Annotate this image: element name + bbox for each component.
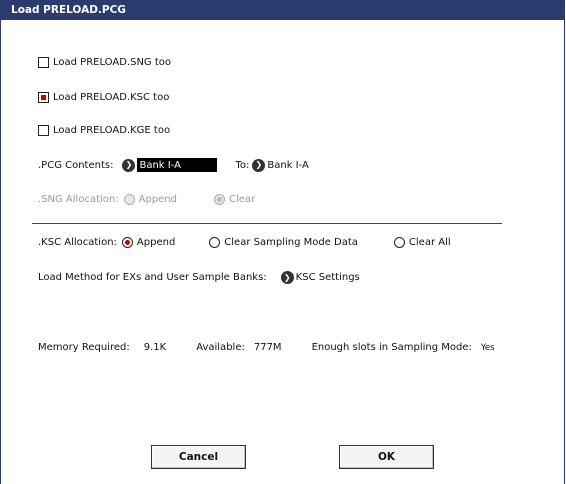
memory-required-value: 9.1K [143, 342, 167, 353]
sng-clear-radio[interactable] [213, 194, 225, 205]
load-pcg-dialog: Load PRELOAD.PCG Load PRELOAD.SNG too Lo… [0, 0, 565, 484]
ksc-append-radio[interactable] [121, 237, 133, 248]
load-ksc-option[interactable]: Load PRELOAD.KSC too [38, 92, 169, 103]
sng-append-radio[interactable] [123, 194, 135, 205]
load-ksc-label: Load PRELOAD.KSC too [53, 92, 170, 103]
cancel-button[interactable]: Cancel [151, 445, 246, 469]
sng-allocation-row: .SNG Allocation: Append Clear [38, 194, 255, 205]
chevron-right-icon[interactable]: ❯ [252, 158, 266, 172]
ksc-settings-button[interactable]: KSC Settings [296, 272, 360, 283]
ok-button[interactable]: OK [339, 445, 434, 469]
memory-row: Memory Required: 9.1K Available: 777M En… [38, 342, 495, 353]
available-label: Available: [196, 342, 245, 353]
ksc-clear-all-label: Clear All [408, 237, 451, 248]
sng-append-label: Append [138, 194, 177, 205]
ksc-append-label: Append [136, 237, 176, 248]
load-kge-checkbox[interactable] [38, 125, 49, 136]
ksc-clear-sampling-label: Clear Sampling Mode Data [224, 237, 358, 248]
available-value: 777M [253, 342, 282, 353]
ksc-allocation-row: .KSC Allocation: Append Clear Sampling M… [38, 237, 451, 248]
dialog-title: Load PRELOAD.PCG [1, 0, 564, 20]
chevron-right-icon[interactable]: ❯ [122, 158, 136, 172]
ksc-clear-all-radio[interactable] [393, 237, 405, 248]
load-sng-label: Load PRELOAD.SNG too [53, 57, 172, 68]
load-kge-label: Load PRELOAD.KGE too [53, 125, 171, 136]
sampling-slots-label: Enough slots in Sampling Mode: [311, 342, 472, 353]
pcg-contents-label: .PCG Contents: [38, 159, 114, 171]
load-sng-checkbox[interactable] [38, 57, 49, 68]
load-kge-option[interactable]: Load PRELOAD.KGE too [38, 125, 170, 136]
pcg-contents-value[interactable]: Bank I-A [137, 158, 218, 172]
to-label: To: [235, 159, 250, 171]
load-method-label: Load Method for EXs and User Sample Bank… [38, 272, 267, 283]
memory-required-label: Memory Required: [38, 342, 130, 353]
load-ksc-checkbox[interactable] [38, 92, 49, 103]
load-method-row: Load Method for EXs and User Sample Bank… [38, 271, 360, 284]
ksc-clear-sampling-radio[interactable] [209, 237, 221, 248]
sng-allocation-label: .SNG Allocation: [38, 194, 119, 205]
divider [32, 223, 502, 224]
to-value[interactable]: Bank I-A [267, 160, 308, 171]
load-sng-option[interactable]: Load PRELOAD.SNG too [38, 57, 171, 68]
pcg-contents-row: .PCG Contents: ❯ Bank I-A To: ❯ Bank I-A [38, 158, 309, 172]
sng-clear-label: Clear [228, 194, 256, 205]
sampling-slots-value: Yes [480, 342, 495, 353]
ksc-allocation-label: .KSC Allocation: [38, 237, 117, 248]
chevron-right-icon[interactable]: ❯ [280, 271, 294, 284]
